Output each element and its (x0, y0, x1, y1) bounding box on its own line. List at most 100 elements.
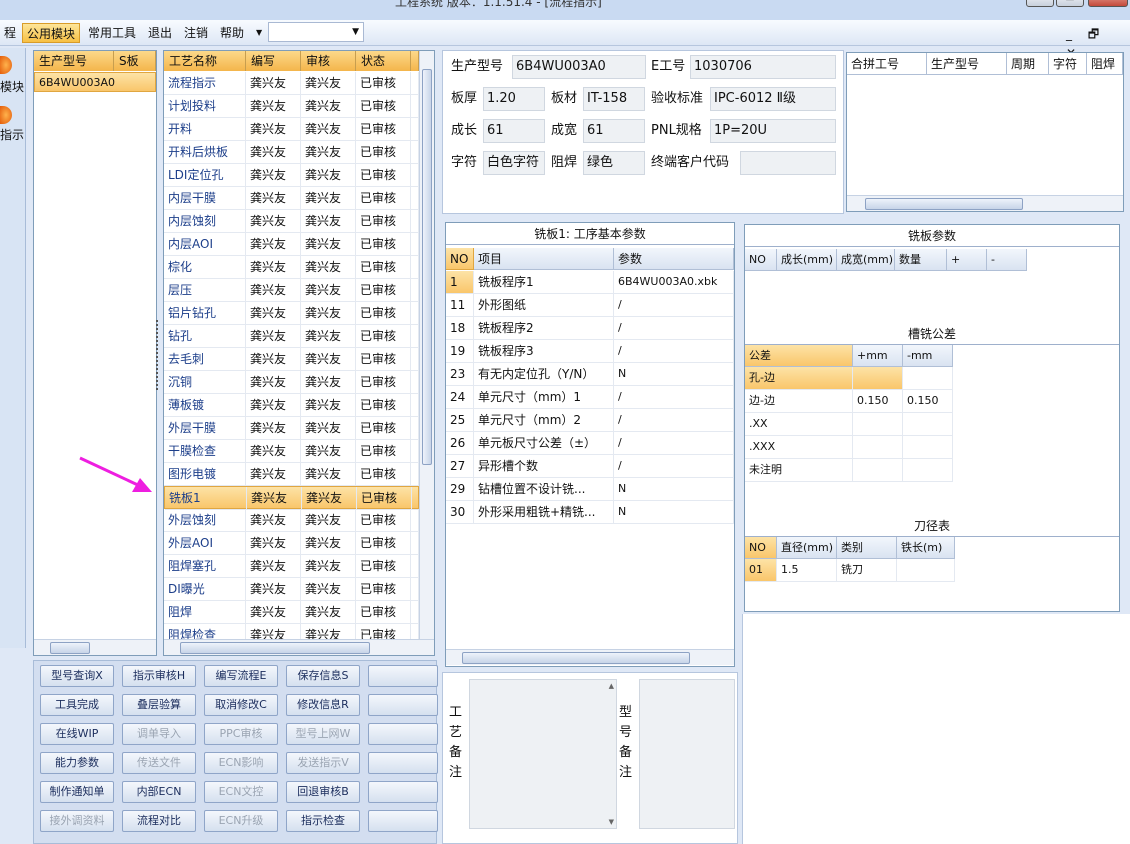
process-row[interactable]: 棕化 龚兴友 龚兴友 已审核 (164, 256, 419, 279)
splitter-handle[interactable] (156, 320, 162, 390)
param-item-cell[interactable]: 铣板程序3 (474, 340, 614, 363)
process-vscroll[interactable] (419, 51, 434, 641)
process-row[interactable]: 内层蚀刻 龚兴友 龚兴友 已审核 (164, 210, 419, 233)
merge-col-period[interactable]: 周期 (1007, 53, 1049, 75)
slot-tol-cell[interactable] (903, 436, 953, 459)
param-item-cell[interactable]: 铣板程序2 (474, 317, 614, 340)
action-button[interactable] (368, 694, 438, 716)
vscroll-thumb[interactable] (422, 69, 432, 465)
tools-cell[interactable] (897, 559, 955, 582)
slot-tol-cell[interactable] (903, 367, 953, 390)
process-row[interactable]: 外层AOI 龚兴友 龚兴友 已审核 (164, 532, 419, 555)
param-value-cell[interactable]: / (614, 409, 734, 432)
menu-combo[interactable]: ▼ (268, 22, 364, 42)
action-button[interactable]: 发送指示V (286, 752, 360, 774)
writer-header[interactable]: 编写 (246, 51, 301, 71)
slot-tol-cell[interactable]: 边-边 (745, 390, 853, 413)
process-row[interactable]: 铝片钻孔 龚兴友 龚兴友 已审核 (164, 302, 419, 325)
process-row[interactable]: DI曝光 龚兴友 龚兴友 已审核 (164, 578, 419, 601)
reviewer-header[interactable]: 审核 (301, 51, 356, 71)
action-button[interactable]: ECN升级 (204, 810, 278, 832)
action-button[interactable]: 内部ECN (122, 781, 196, 803)
merge-col-solder[interactable]: 阻焊 (1087, 53, 1123, 75)
action-button[interactable]: PPC审核 (204, 723, 278, 745)
param-item-cell[interactable]: 钻槽位置不设计铣... (474, 478, 614, 501)
slot-tol-cell[interactable]: 0.150 (903, 390, 953, 413)
action-button[interactable]: 指示检查 (286, 810, 360, 832)
param-value-cell[interactable]: / (614, 432, 734, 455)
slot-tol-cell[interactable]: 孔-边 (745, 367, 853, 390)
scroll-thumb[interactable] (50, 642, 90, 654)
menu-help[interactable]: 帮助 (216, 23, 248, 43)
action-button[interactable]: 传送文件 (122, 752, 196, 774)
length-field[interactable]: 61 (483, 119, 545, 143)
model-row[interactable]: 6B4WU003A0 (34, 72, 156, 92)
param-no-cell[interactable]: 27 (446, 455, 474, 478)
tools-cell[interactable]: 铣刀 (837, 559, 897, 582)
param-no-cell[interactable]: 23 (446, 363, 474, 386)
param-no-cell[interactable]: 11 (446, 294, 474, 317)
slot-tol-cell[interactable] (853, 367, 903, 390)
standard-field[interactable]: IPC-6012 Ⅱ级 (710, 87, 836, 111)
param-item-cell[interactable]: 单元板尺寸公差（±） (474, 432, 614, 455)
slot-tol-cell[interactable]: .XX (745, 413, 853, 436)
action-button[interactable]: 型号查询X (40, 665, 114, 687)
menu-tools[interactable]: 常用工具 (84, 23, 140, 43)
process-row[interactable]: 外层蚀刻 龚兴友 龚兴友 已审核 (164, 509, 419, 532)
param-no-cell[interactable]: 19 (446, 340, 474, 363)
slot-tol-cell[interactable] (853, 436, 903, 459)
action-button[interactable] (368, 810, 438, 832)
mill-params-col-header[interactable]: + (947, 249, 987, 271)
process-row[interactable]: 流程指示 龚兴友 龚兴友 已审核 (164, 72, 419, 95)
process-row[interactable]: 图形电镀 龚兴友 龚兴友 已审核 (164, 463, 419, 486)
slot-tol-cell[interactable] (853, 413, 903, 436)
process-row[interactable]: 钻孔 龚兴友 龚兴友 已审核 (164, 325, 419, 348)
action-button[interactable] (368, 723, 438, 745)
sboard-col-header[interactable]: S板 (114, 51, 156, 71)
tools-col-header[interactable]: 直径(mm) (777, 537, 837, 559)
slot-tol-col-header[interactable]: -mm (903, 345, 953, 367)
process-row[interactable]: 干膜检查 龚兴友 龚兴友 已审核 (164, 440, 419, 463)
status-header[interactable]: 状态 (356, 51, 411, 71)
char-field[interactable]: 白色字符 (483, 151, 545, 175)
menu-exit[interactable]: 退出 (144, 23, 176, 43)
tools-col-header[interactable]: 铁长(m) (897, 537, 955, 559)
model-notes-field[interactable] (639, 679, 735, 829)
mill-params-col-header[interactable]: 数量 (895, 249, 947, 271)
action-button[interactable]: 制作通知单 (40, 781, 114, 803)
process-row[interactable]: 阻焊塞孔 龚兴友 龚兴友 已审核 (164, 555, 419, 578)
process-row[interactable]: 计划投料 龚兴友 龚兴友 已审核 (164, 95, 419, 118)
param-no-cell[interactable]: 24 (446, 386, 474, 409)
action-button[interactable]: 在线WIP (40, 723, 114, 745)
param-value-cell[interactable]: / (614, 317, 734, 340)
process-row[interactable]: 薄板镀 龚兴友 龚兴友 已审核 (164, 394, 419, 417)
process-row[interactable]: 沉铜 龚兴友 龚兴友 已审核 (164, 371, 419, 394)
material-field[interactable]: IT-158 (583, 87, 645, 111)
action-button[interactable]: 指示审核H (122, 665, 196, 687)
merge-col-job[interactable]: 合拼工号 (847, 53, 927, 75)
slot-tol-col-header[interactable]: 公差 (745, 345, 853, 367)
process-hscroll[interactable] (164, 639, 434, 655)
action-button[interactable]: ECN文控 (204, 781, 278, 803)
process-row[interactable]: LDI定位孔 龚兴友 龚兴友 已审核 (164, 164, 419, 187)
process-row[interactable]: 开料 龚兴友 龚兴友 已审核 (164, 118, 419, 141)
params-no-header[interactable]: NO (446, 248, 474, 270)
process-row[interactable]: 内层AOI 龚兴友 龚兴友 已审核 (164, 233, 419, 256)
tools-cell[interactable]: 1.5 (777, 559, 837, 582)
action-button[interactable]: 流程对比 (122, 810, 196, 832)
slot-tol-col-header[interactable]: +mm (853, 345, 903, 367)
process-row[interactable]: 铣板1 龚兴友 龚兴友 已审核 (164, 486, 420, 510)
param-value-cell[interactable]: N (614, 501, 734, 524)
action-button[interactable]: 编写流程E (204, 665, 278, 687)
action-button[interactable]: 取消修改C (204, 694, 278, 716)
mill-params-col-header[interactable]: - (987, 249, 1027, 271)
scroll-thumb[interactable] (865, 198, 1023, 210)
param-item-cell[interactable]: 单元尺寸（mm）1 (474, 386, 614, 409)
param-value-cell[interactable]: / (614, 340, 734, 363)
tools-col-header[interactable]: NO (745, 537, 777, 559)
process-row[interactable]: 层压 龚兴友 龚兴友 已审核 (164, 279, 419, 302)
side-item-instruction[interactable]: 指示 (0, 126, 24, 143)
menu-logout[interactable]: 注销 (180, 23, 212, 43)
process-row[interactable]: 去毛刺 龚兴友 龚兴友 已审核 (164, 348, 419, 371)
tools-col-header[interactable]: 类别 (837, 537, 897, 559)
